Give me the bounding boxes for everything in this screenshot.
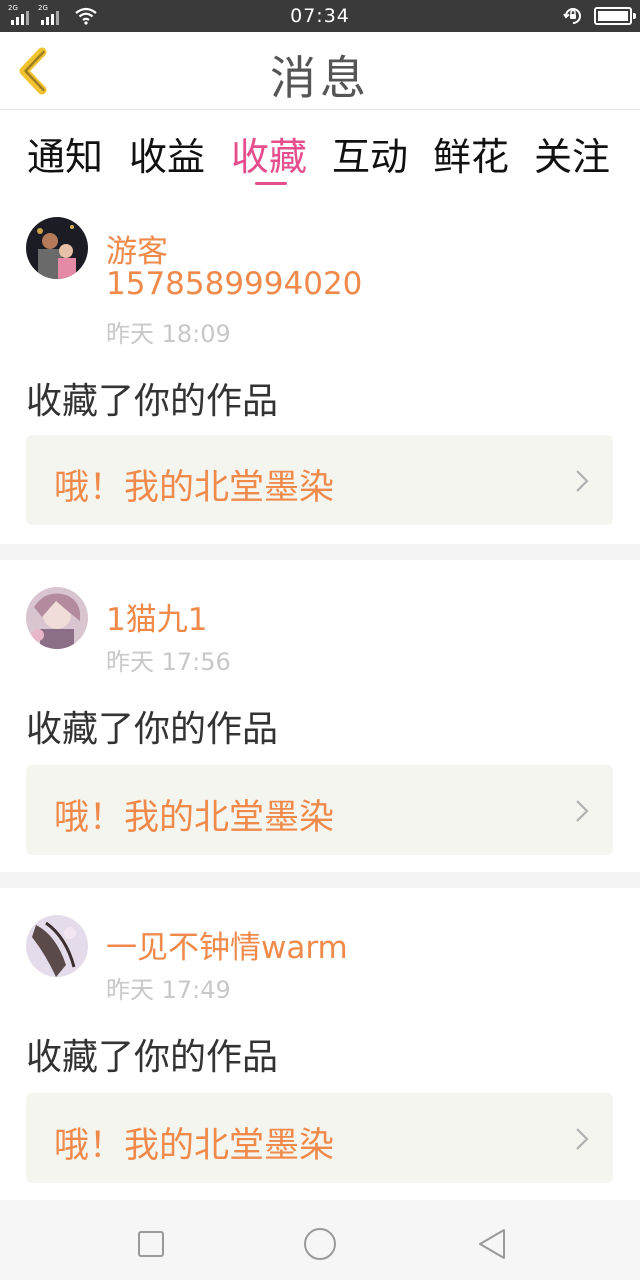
- message-time: 昨天 17:56: [106, 648, 231, 676]
- user-id: 1578589994020: [106, 266, 363, 302]
- action-text: 收藏了你的作品: [26, 381, 279, 422]
- work-title: 哦！我的北堂墨染: [54, 468, 335, 508]
- status-right: [562, 6, 636, 26]
- avatar[interactable]: [26, 587, 88, 649]
- work-link[interactable]: 哦！我的北堂墨染: [26, 1093, 613, 1183]
- work-link[interactable]: 哦！我的北堂墨染: [26, 435, 613, 525]
- work-title: 哦！我的北堂墨染: [54, 798, 335, 838]
- action-text: 收藏了你的作品: [26, 1037, 279, 1078]
- message-time: 昨天 17:49: [106, 976, 231, 1004]
- tab-interactions[interactable]: 互动: [332, 126, 408, 181]
- work-link[interactable]: 哦！我的北堂墨染: [26, 765, 613, 855]
- tab-bar: 通知 收益 收藏 互动 鲜花 关注: [0, 110, 640, 196]
- recents-square-icon[interactable]: [131, 1224, 171, 1264]
- page-title: 消息: [270, 51, 370, 105]
- tab-flowers[interactable]: 鲜花: [433, 126, 509, 181]
- status-bar: 2G 2G 07:34: [0, 0, 640, 32]
- message-card: 一见不钟情warm 昨天 17:49 收藏了你的作品 哦！我的北堂墨染: [0, 888, 640, 1200]
- tab-earnings[interactable]: 收益: [129, 126, 205, 181]
- battery-icon: [594, 7, 636, 25]
- action-text: 收藏了你的作品: [26, 709, 279, 750]
- message-card: 游客 1578589994020 昨天 18:09 收藏了你的作品 哦！我的北堂…: [0, 196, 640, 544]
- user-name[interactable]: 游客: [106, 226, 168, 271]
- card-divider: [0, 544, 640, 560]
- avatar[interactable]: [26, 217, 88, 279]
- home-circle-icon[interactable]: [300, 1224, 340, 1264]
- user-name[interactable]: 1猫九1: [106, 594, 207, 639]
- tab-favorites[interactable]: 收藏: [231, 126, 307, 181]
- chevron-right-icon: [576, 800, 589, 822]
- tab-notifications[interactable]: 通知: [27, 126, 103, 181]
- back-triangle-icon[interactable]: [472, 1224, 512, 1264]
- user-name[interactable]: 一见不钟情warm: [106, 922, 348, 967]
- status-time: 07:34: [290, 5, 350, 27]
- message-time: 昨天 18:09: [106, 320, 231, 348]
- card-divider: [0, 872, 640, 888]
- header: 消息: [0, 32, 640, 110]
- chevron-right-icon: [576, 1128, 589, 1150]
- work-title: 哦！我的北堂墨染: [54, 1126, 335, 1166]
- chevron-right-icon: [576, 470, 589, 492]
- active-tab-indicator: [255, 182, 287, 185]
- rotation-lock-icon: [563, 8, 581, 24]
- avatar[interactable]: [26, 915, 88, 977]
- tab-following[interactable]: 关注: [534, 126, 610, 181]
- message-card: 1猫九1 昨天 17:56 收藏了你的作品 哦！我的北堂墨染: [0, 560, 640, 872]
- system-nav-bar: [0, 1200, 640, 1280]
